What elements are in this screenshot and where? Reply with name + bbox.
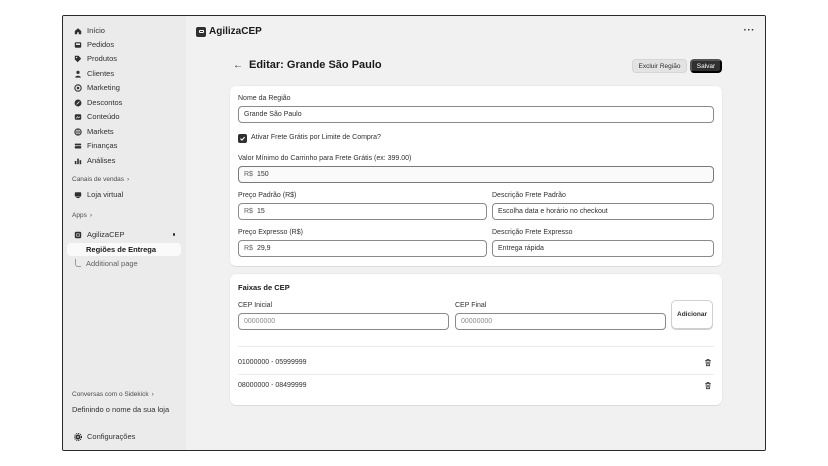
app-header: AgilizaCEP [196,26,262,37]
cep-start-input[interactable]: 00000000 [238,313,449,330]
sidebar-item-label: Configurações [87,432,136,441]
sidebar-item-label: Marketing [87,83,120,92]
cep-range-text: 01000000 - 05999999 [238,358,307,366]
sidekick-label[interactable]: Conversas com o Sidekick › [72,391,154,398]
free-shipping-checkbox[interactable] [238,134,247,143]
sidebar-item-label: Início [87,26,105,35]
region-name-input[interactable]: Grande São Paulo [238,106,714,123]
store-icon [73,190,82,199]
trash-icon[interactable] [704,381,712,390]
sidebar-item-label: Loja virtual [87,190,124,199]
sidebar-item-marketing[interactable]: Marketing [67,81,181,94]
home-icon [73,26,82,35]
standard-price-input[interactable]: R$ 15 [238,203,487,220]
sidebar-item-label: Finanças [87,141,118,150]
region-name-label: Nome da Região [238,95,291,102]
sidebar-item-label: Conteúdo [87,112,120,121]
cep-ranges-card: Faixas de CEP CEP Inicial 00000000 CEP F… [230,274,722,405]
trash-icon[interactable] [704,358,712,367]
currency-prefix: R$ [244,171,253,178]
app-frame: Início Pedidos Produtos Clientes Marketi… [62,15,766,451]
currency-prefix: R$ [244,245,253,252]
sidebar-item-label: Clientes [87,69,115,78]
target-icon [73,83,82,92]
chevron-right-icon: › [89,212,92,219]
sales-channels-label[interactable]: Canais de vendas › [72,176,129,183]
free-shipping-checkbox-label[interactable]: Ativar Frete Grátis por Limite de Compra… [251,134,381,141]
save-button[interactable]: Salvar [690,59,722,73]
add-cep-range-button[interactable]: Adicionar [671,300,713,329]
content-icon [73,112,82,121]
sidebar-item-produtos[interactable]: Produtos [67,52,181,65]
chevron-right-icon: › [151,391,154,398]
app-logo-icon [196,26,206,37]
currency-prefix: R$ [244,208,253,215]
page-title: Editar: Grande São Paulo [249,59,382,71]
sidebar-subitem-additional-page[interactable]: Additional page [67,257,181,270]
cep-range-row: 01000000 - 05999999 [238,352,714,372]
min-cart-input[interactable]: R$ 150 [238,166,714,183]
sidebar-item-analises[interactable]: Análises [67,154,181,167]
cep-end-label: CEP Final [455,302,487,309]
sidebar: Início Pedidos Produtos Clientes Marketi… [63,16,186,450]
cep-ranges-title: Faixas de CEP [238,283,290,292]
more-options-icon[interactable]: ··· [744,25,756,36]
delete-region-button[interactable]: Excluir Região [632,59,687,73]
app-icon [73,230,82,239]
globe-icon [73,127,82,136]
sidebar-item-configuracoes[interactable]: Configurações [67,430,181,443]
sidebar-item-label: Produtos [87,54,118,63]
sidebar-item-financas[interactable]: Finanças [67,139,181,152]
sidebar-item-label: Pedidos [87,40,115,49]
sidebar-subitem-regioes-de-entrega[interactable]: Regiões de Entrega [67,243,181,256]
cep-end-input[interactable]: 00000000 [455,313,666,330]
check-icon [240,136,246,141]
standard-price-label: Preço Padrão (R$) [238,192,297,199]
bank-icon [73,141,82,150]
discount-icon [73,98,82,107]
back-arrow-icon[interactable]: ← [233,60,243,71]
sidebar-item-label: AgilizaCEP [87,230,125,239]
sidebar-item-agilizacep[interactable]: AgilizaCEP [67,228,181,241]
tag-icon [73,54,82,63]
page-header: ← Editar: Grande São Paulo [233,59,382,71]
region-form-card: Nome da Região Grande São Paulo Ativar F… [230,86,722,266]
sidebar-item-clientes[interactable]: Clientes [67,67,181,80]
sidebar-item-inicio[interactable]: Início [67,24,181,37]
sidekick-conversation-item[interactable]: Definindo o nome da sua loja [67,403,181,416]
chart-icon [73,156,82,165]
express-desc-input[interactable]: Entrega rápida [492,240,714,257]
inbox-icon [73,40,82,49]
person-icon [73,69,82,78]
cep-start-label: CEP Inicial [238,302,273,309]
sidebar-item-label: Análises [87,156,116,165]
cep-range-row: 08000000 - 08499999 [238,375,714,395]
express-desc-label: Descrição Frete Expresso [492,229,573,236]
standard-desc-label: Descrição Frete Padrão [492,192,566,199]
sidebar-item-descontos[interactable]: Descontos [67,96,181,109]
divider [238,346,714,347]
apps-label[interactable]: Apps › [72,212,92,219]
sidebar-item-conteudo[interactable]: Conteúdo [67,110,181,123]
standard-desc-input[interactable]: Escolha data e horário no checkout [492,203,714,220]
cep-range-text: 08000000 - 08499999 [238,381,307,389]
pin-dot-icon [172,233,175,236]
gear-icon [73,432,82,441]
express-price-input[interactable]: R$ 29,9 [238,240,487,257]
main-content: AgilizaCEP ··· ← Editar: Grande São Paul… [186,16,765,450]
sidebar-item-label: Descontos [87,98,123,107]
sidebar-item-pedidos[interactable]: Pedidos [67,38,181,51]
chevron-right-icon: › [127,176,130,183]
min-cart-label: Valor Mínimo do Carrinho para Frete Grát… [238,155,412,162]
sidebar-item-markets[interactable]: Markets [67,125,181,138]
sidebar-item-loja-virtual[interactable]: Loja virtual [67,188,181,201]
app-title: AgilizaCEP [209,26,262,37]
express-price-label: Preço Expresso (R$) [238,229,303,236]
sidebar-item-label: Markets [87,127,114,136]
